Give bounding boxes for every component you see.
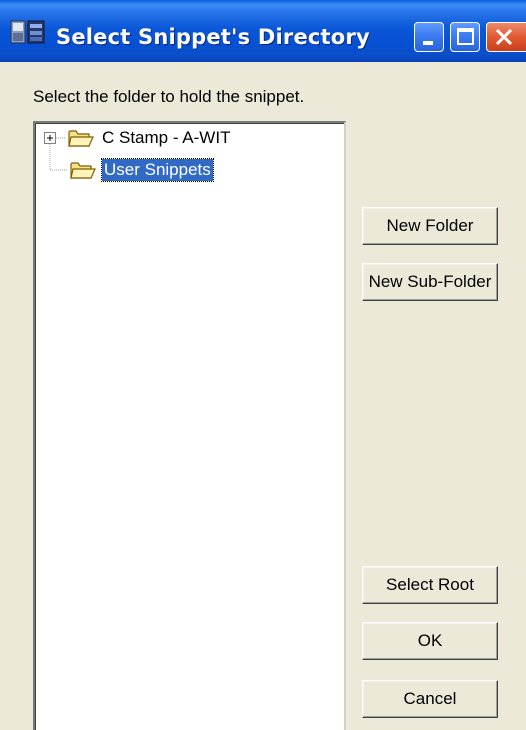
- expand-plus-icon[interactable]: [44, 132, 56, 144]
- new-folder-button[interactable]: New Folder: [362, 207, 498, 245]
- maximize-icon: [457, 28, 474, 45]
- app-icon: [10, 20, 45, 44]
- folder-icon: [70, 162, 96, 179]
- instruction-label: Select the folder to hold the snippet.: [33, 87, 305, 106]
- select-root-button[interactable]: Select Root: [362, 566, 498, 604]
- tree-node-label-selected: User Snippets: [101, 158, 214, 182]
- tree-node-label: C Stamp - A-WIT: [102, 128, 231, 147]
- ok-button-label: OK: [417, 631, 443, 650]
- close-icon: [495, 28, 513, 46]
- dialog-window: Select Snippet's Directory Select the fo…: [0, 0, 526, 730]
- minimize-button[interactable]: [414, 22, 444, 52]
- close-button[interactable]: [486, 22, 526, 52]
- tree-node-c-stamp[interactable]: C Stamp - A-WIT: [68, 127, 232, 149]
- minimize-icon: [423, 41, 433, 45]
- title-bar[interactable]: Select Snippet's Directory: [0, 0, 526, 62]
- window-title: Select Snippet's Directory: [56, 25, 370, 49]
- folder-tree[interactable]: C Stamp - A-WIT User Snippets: [33, 121, 346, 730]
- ok-button[interactable]: OK: [362, 622, 498, 660]
- maximize-button[interactable]: [450, 22, 480, 52]
- folder-icon: [68, 130, 94, 147]
- tree-node-user-snippets[interactable]: User Snippets: [70, 158, 214, 182]
- new-sub-folder-button[interactable]: New Sub-Folder: [362, 263, 498, 301]
- cancel-button[interactable]: Cancel: [362, 680, 498, 718]
